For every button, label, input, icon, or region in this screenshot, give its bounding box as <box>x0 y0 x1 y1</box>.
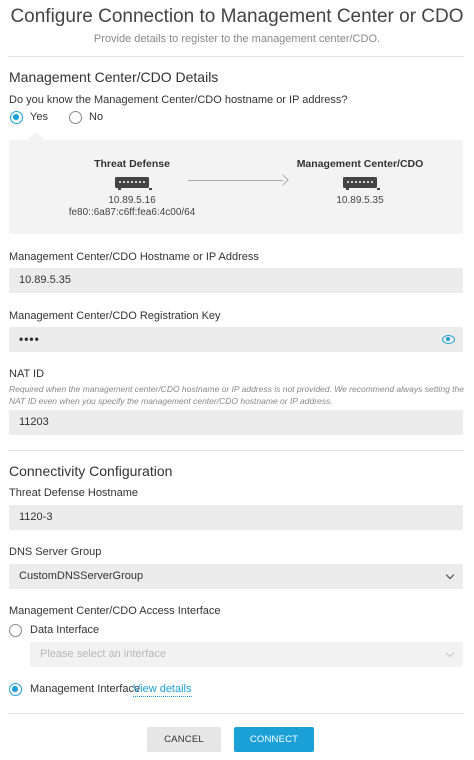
nat-id-value: 11203 <box>19 416 49 428</box>
td-hostname-label: Threat Defense Hostname <box>9 487 139 499</box>
threat-defense-ipv4: 10.89.5.16 <box>108 195 156 206</box>
chevron-down-icon <box>445 648 455 658</box>
registration-key-value: •••• <box>19 332 40 346</box>
nat-id-help: Required when the management center/CDO … <box>9 384 464 406</box>
data-interface-label[interactable]: Data Interface <box>30 624 99 636</box>
dialog-title: Configure Connection to Management Cente… <box>10 6 464 27</box>
management-center-title: Management Center/CDO <box>296 158 424 170</box>
no-radio-label[interactable]: No <box>89 111 103 123</box>
dialog-subtitle: Provide details to register to the manag… <box>93 33 381 45</box>
section-divider <box>8 450 464 451</box>
threat-defense-device-icon <box>115 177 152 190</box>
nat-id-input[interactable]: 11203 <box>9 410 463 435</box>
threat-defense-ipv6: fe80::6a87:c6ff:fea6:4c00/64 <box>68 207 196 218</box>
hostname-known-question: Do you know the Management Center/CDO ho… <box>9 94 348 106</box>
cancel-button[interactable]: CANCEL <box>147 727 221 752</box>
management-interface-radio[interactable] <box>9 683 22 696</box>
footer-divider <box>8 713 464 714</box>
management-center-ip: 10.89.5.35 <box>336 195 384 206</box>
details-section-title: Management Center/CDO Details <box>9 69 219 85</box>
dns-server-group-select[interactable]: CustomDNSServerGroup <box>9 564 463 589</box>
connection-arrow <box>188 180 283 181</box>
data-interface-radio[interactable] <box>9 624 22 637</box>
yes-radio-label[interactable]: Yes <box>30 111 48 123</box>
management-interface-label[interactable]: Management Interface <box>30 683 140 695</box>
nat-id-label: NAT ID <box>9 368 45 380</box>
threat-defense-title: Threat Defense <box>94 158 170 170</box>
registration-key-input[interactable]: •••• <box>9 327 463 352</box>
connection-diagram <box>9 140 463 234</box>
access-interface-label: Management Center/CDO Access Interface <box>9 605 221 617</box>
interface-select[interactable]: Please select an interface <box>30 642 463 667</box>
chevron-down-icon <box>445 570 455 580</box>
dns-server-group-value: CustomDNSServerGroup <box>19 570 144 582</box>
interface-select-placeholder: Please select an interface <box>40 648 166 660</box>
hostname-label: Management Center/CDO Hostname or IP Add… <box>9 251 259 263</box>
view-details-link[interactable]: View details <box>133 683 192 697</box>
td-hostname-value: 1120-3 <box>19 511 53 523</box>
connect-button[interactable]: CONNECT <box>234 727 314 752</box>
registration-key-label: Management Center/CDO Registration Key <box>9 310 221 322</box>
dns-server-group-label: DNS Server Group <box>9 546 102 558</box>
connectivity-section-title: Connectivity Configuration <box>9 463 173 479</box>
yes-radio[interactable] <box>10 111 23 124</box>
hostname-input[interactable]: 10.89.5.35 <box>9 268 463 293</box>
management-center-device-icon <box>343 177 380 190</box>
eye-icon[interactable] <box>442 335 455 344</box>
header-divider <box>8 56 464 57</box>
td-hostname-input[interactable]: 1120-3 <box>9 505 463 530</box>
no-radio[interactable] <box>69 111 82 124</box>
hostname-value: 10.89.5.35 <box>19 274 71 286</box>
